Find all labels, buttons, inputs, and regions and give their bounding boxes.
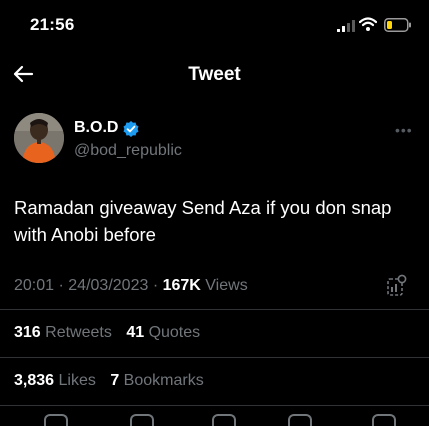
signal-icon <box>337 20 355 32</box>
likes-count: 3,836 <box>14 372 55 389</box>
bookmarks-stat[interactable]: 7 Bookmarks <box>110 372 203 389</box>
battery-icon <box>384 18 411 32</box>
views-label: Views <box>205 277 248 294</box>
like-icon[interactable] <box>212 414 236 426</box>
likes-stat[interactable]: 3,836 Likes <box>14 372 96 389</box>
bookmark-icon[interactable] <box>288 414 312 426</box>
quotes-count: 41 <box>126 324 145 341</box>
status-time: 21:56 <box>30 15 75 34</box>
tweet-text: Ramadan giveaway Send Aza if you don sna… <box>14 197 392 245</box>
divider <box>0 309 429 310</box>
author-name[interactable]: B.O.D <box>74 119 118 137</box>
bookmarks-count: 7 <box>110 372 120 389</box>
divider <box>0 405 429 406</box>
status-bar: 21:56 <box>0 0 429 46</box>
page-title: Tweet <box>188 64 241 85</box>
avatar[interactable] <box>14 113 64 163</box>
retweets-count: 316 <box>14 324 41 341</box>
bookmarks-label: Bookmarks <box>123 372 204 389</box>
quotes-label: Quotes <box>148 324 201 341</box>
meta-separator: · <box>152 277 163 294</box>
retweet-quote-stats: 316 Retweets 41 Quotes <box>14 324 200 342</box>
views-count: 167K <box>162 277 201 294</box>
tweet-meta: 20:01 · 24/03/2023 · 167K Views <box>14 277 248 295</box>
wifi-icon <box>359 17 377 31</box>
likes-label: Likes <box>58 372 96 389</box>
retweet-icon[interactable] <box>130 414 154 426</box>
divider <box>0 357 429 358</box>
verified-badge-icon <box>123 121 139 137</box>
retweets-label: Retweets <box>45 324 112 341</box>
quotes-stat[interactable]: 41 Quotes <box>126 324 200 341</box>
tweet-date: 24/03/2023 <box>68 277 149 294</box>
share-icon[interactable] <box>372 414 396 426</box>
meta-separator: · <box>58 277 69 294</box>
reply-icon[interactable] <box>44 414 68 426</box>
avatar-photo <box>14 113 64 163</box>
retweets-stat[interactable]: 316 Retweets <box>14 324 112 341</box>
analytics-icon[interactable] <box>386 274 408 298</box>
author-handle[interactable]: @bod_republic <box>74 142 182 160</box>
tweet-time: 20:01 <box>14 277 55 294</box>
like-bookmark-stats: 3,836 Likes 7 Bookmarks <box>14 372 204 390</box>
more-options-icon[interactable]: ••• <box>395 122 413 138</box>
